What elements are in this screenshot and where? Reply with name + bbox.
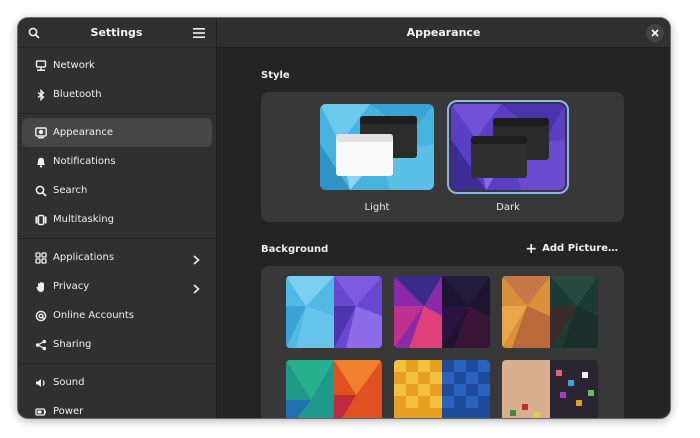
plus-icon: + — [525, 240, 538, 257]
sidebar-item-privacy[interactable]: Privacy — [22, 272, 212, 301]
sidebar-separator — [18, 113, 216, 114]
multitasking-icon — [34, 213, 48, 227]
wallpaper-thumbnail[interactable] — [286, 276, 382, 348]
add-picture-button[interactable]: + Add Picture… — [525, 240, 618, 257]
chevron-right-icon — [190, 280, 202, 294]
sidebar-item-network[interactable]: Network — [22, 51, 212, 80]
page-title: Appearance — [406, 26, 481, 39]
sidebar-item-label: Multitasking — [53, 214, 114, 225]
settings-window: Settings Network Bluetooth Appearance No… — [18, 18, 670, 418]
sidebar-item-label: Sound — [53, 377, 85, 388]
power-icon — [34, 405, 48, 419]
bluetooth-icon — [34, 88, 48, 102]
applications-icon — [34, 251, 48, 265]
wallpaper-thumbnail[interactable] — [502, 276, 598, 348]
network-icon — [34, 59, 48, 73]
sidebar-item-label: Sharing — [53, 339, 92, 350]
hand-icon — [34, 280, 48, 294]
main-panel: Appearance Style Light Dark Background +… — [217, 18, 670, 418]
background-grid — [261, 266, 624, 418]
search-icon — [34, 184, 48, 198]
sidebar-item-multitasking[interactable]: Multitasking — [22, 205, 212, 234]
sidebar-item-power[interactable]: Power — [22, 397, 212, 418]
sidebar-separator — [18, 363, 216, 364]
sidebar-item-applications[interactable]: Applications — [22, 243, 212, 272]
sidebar-title: Settings — [90, 26, 143, 39]
close-button[interactable] — [646, 24, 664, 42]
sidebar-item-online-accounts[interactable]: Online Accounts — [22, 301, 212, 330]
sidebar-list: Network Bluetooth Appearance Notificatio… — [18, 48, 216, 418]
style-label-dark: Dark — [496, 202, 520, 213]
wallpaper-thumbnail[interactable] — [394, 360, 490, 418]
appearance-icon — [34, 126, 48, 140]
share-icon — [34, 338, 48, 352]
sidebar-item-label: Privacy — [53, 281, 90, 292]
wallpaper-thumbnail[interactable] — [502, 360, 598, 418]
sidebar-separator — [18, 238, 216, 239]
style-heading: Style — [261, 70, 290, 81]
sidebar-item-notifications[interactable]: Notifications — [22, 147, 212, 176]
at-icon — [34, 309, 48, 323]
sidebar-item-label: Power — [53, 406, 84, 417]
sidebar-item-label: Bluetooth — [53, 89, 102, 100]
sidebar-item-bluetooth[interactable]: Bluetooth — [22, 80, 212, 109]
sidebar-item-label: Applications — [53, 252, 115, 263]
sidebar-item-sound[interactable]: Sound — [22, 368, 212, 397]
chevron-right-icon — [190, 251, 202, 265]
sidebar-item-label: Notifications — [53, 156, 116, 167]
style-label-light: Light — [364, 202, 390, 213]
speaker-icon — [34, 376, 48, 390]
sidebar-item-sharing[interactable]: Sharing — [22, 330, 212, 359]
dark-style-preview — [451, 104, 565, 190]
style-card: Light Dark — [261, 92, 624, 222]
sidebar-item-appearance[interactable]: Appearance — [22, 118, 212, 147]
sidebar-item-label: Network — [53, 60, 95, 71]
sidebar-item-label: Online Accounts — [53, 310, 135, 321]
sidebar-item-label: Appearance — [53, 127, 114, 138]
close-icon — [651, 29, 659, 37]
style-option-dark[interactable] — [447, 100, 569, 194]
light-style-preview — [320, 104, 434, 190]
background-heading: Background — [261, 244, 329, 255]
style-option-light[interactable] — [320, 104, 434, 190]
bell-icon — [34, 155, 48, 169]
sidebar-item-search[interactable]: Search — [22, 176, 212, 205]
sidebar: Settings Network Bluetooth Appearance No… — [18, 18, 217, 418]
sidebar-item-label: Search — [53, 185, 88, 196]
main-header: Appearance — [217, 18, 670, 48]
sidebar-header: Settings — [18, 18, 216, 48]
hamburger-menu-icon[interactable] — [192, 26, 206, 40]
add-picture-label: Add Picture… — [542, 243, 618, 254]
wallpaper-thumbnail[interactable] — [394, 276, 490, 348]
search-icon[interactable] — [27, 26, 41, 40]
wallpaper-thumbnail[interactable] — [286, 360, 382, 418]
